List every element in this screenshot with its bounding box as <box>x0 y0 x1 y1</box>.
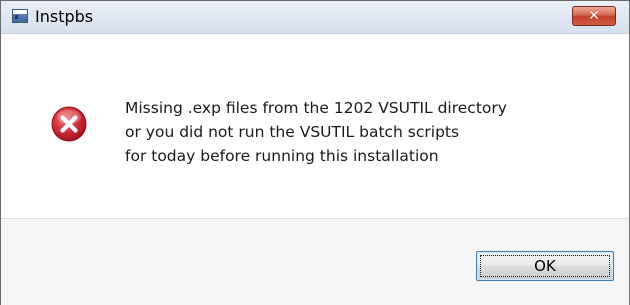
message-line: for today before running this installati… <box>125 147 439 165</box>
button-bar: OK <box>1 218 629 305</box>
error-dialog: Instpbs ✕ Missing .exp files from the 12… <box>0 0 630 305</box>
close-button[interactable]: ✕ <box>572 6 616 26</box>
message-line: Missing .exp files from the 1202 VSUTIL … <box>125 99 507 117</box>
error-message: Missing .exp files from the 1202 VSUTIL … <box>125 96 507 168</box>
window-title: Instpbs <box>35 7 94 26</box>
message-line: or you did not run the VSUTIL batch scri… <box>125 123 460 141</box>
ok-button[interactable]: OK <box>476 251 614 281</box>
error-icon <box>51 106 87 142</box>
application-window-icon <box>12 9 28 23</box>
ok-button-label: OK <box>534 257 556 275</box>
title-bar[interactable]: Instpbs ✕ <box>1 1 629 34</box>
close-icon: ✕ <box>588 8 600 24</box>
dialog-content: Missing .exp files from the 1202 VSUTIL … <box>1 34 629 218</box>
